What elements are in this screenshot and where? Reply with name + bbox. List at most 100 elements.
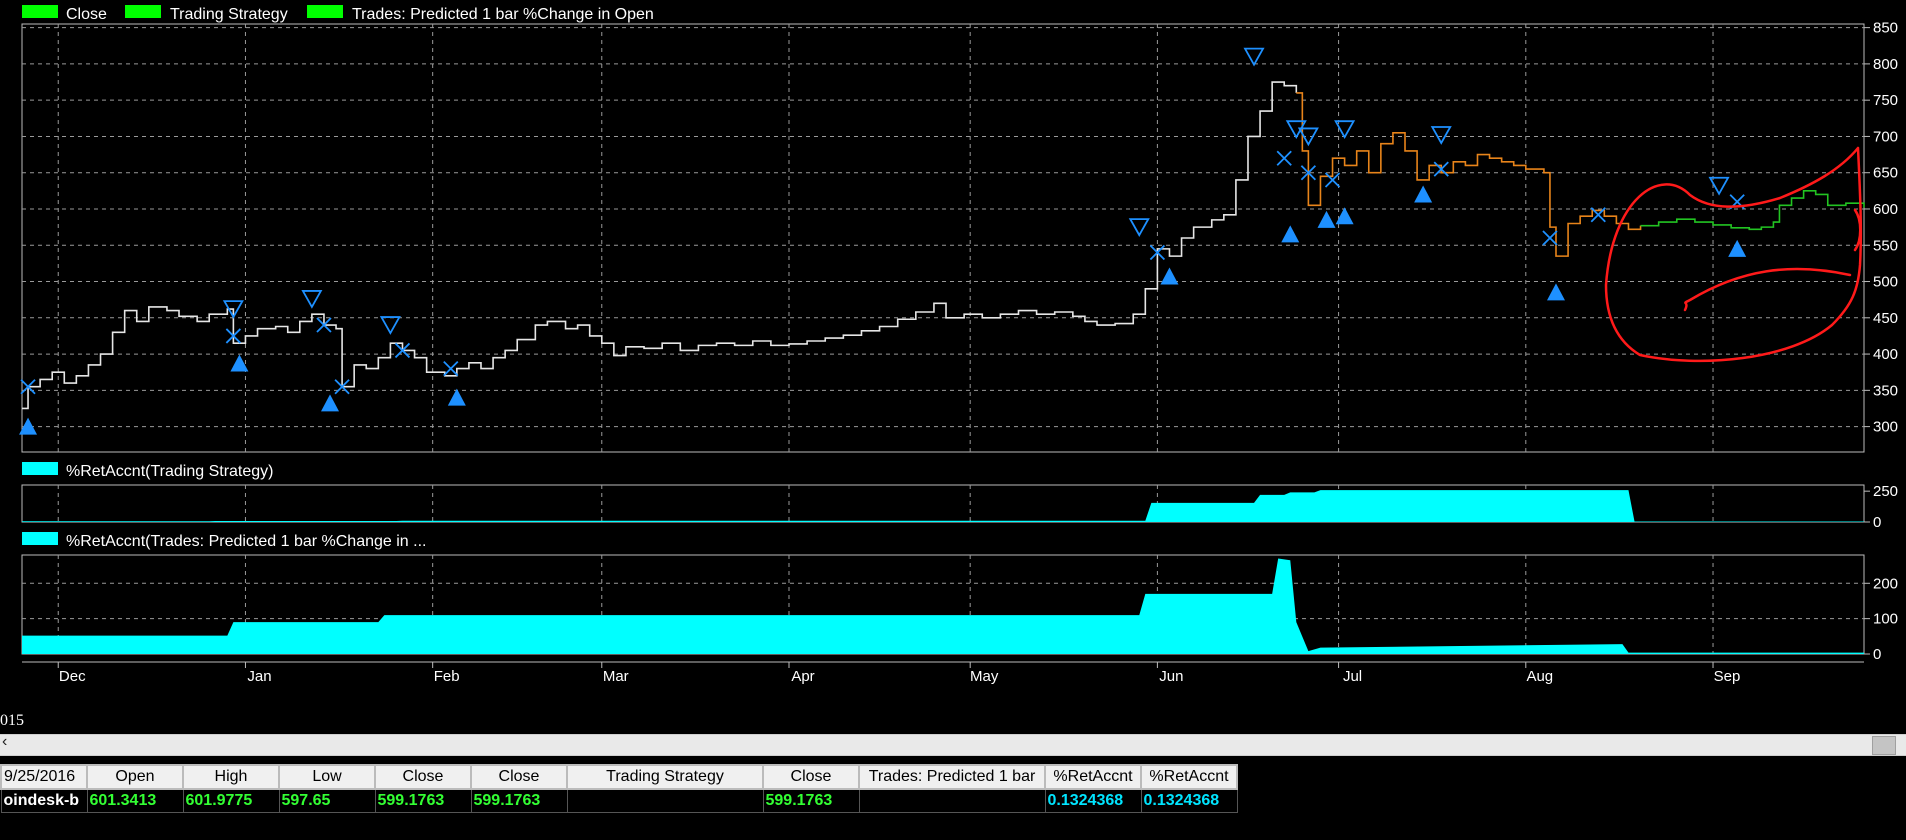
value-open: 601.3413 [86, 788, 184, 813]
legend-swatch-retaccnt-trades [22, 532, 58, 545]
header-low: Low [278, 764, 376, 790]
retaccnt-strategy-legend: %RetAccnt(Trading Strategy) [22, 462, 273, 480]
y-tick-label-650: 650 [1873, 165, 1898, 182]
buy-marker-9 [1546, 283, 1565, 301]
y-tick-label-300: 300 [1873, 419, 1898, 436]
x-tick-label-feb: Feb [434, 668, 460, 685]
data-window-header-row: 9/25/2016 Open High Low Close Close Trad… [0, 764, 1238, 790]
retaccnt-strategy-y-axis: 0 250 [1864, 483, 1898, 531]
p2-y-tick-label-0: 0 [1873, 514, 1881, 531]
legend-swatch-close [22, 5, 58, 18]
buy-marker-8 [1414, 185, 1433, 203]
scroll-left-icon[interactable]: ‹ [2, 733, 7, 751]
value-trades-predicted [858, 788, 1046, 813]
buy-marker-10 [1728, 239, 1747, 257]
value-retaccnt-1: 0.1324368 [1044, 788, 1142, 813]
legend-swatch-trades [307, 5, 343, 18]
retaccnt-trades-fill [22, 558, 1864, 654]
header-high: High [182, 764, 280, 790]
legend-swatch-retaccnt-strategy [22, 462, 58, 475]
buy-marker-3 [447, 388, 466, 406]
buy-marker-5 [1281, 225, 1300, 243]
legend-label-trades: Trades: Predicted 1 bar %Change in Open [352, 6, 654, 23]
p3-y-tick-label-0: 0 [1873, 646, 1881, 663]
header-retaccnt-1: %RetAccnt [1044, 764, 1142, 790]
value-close-1: 599.1763 [374, 788, 472, 813]
price-horizontal-grid [22, 27, 1864, 428]
sell-marker-1 [301, 290, 323, 309]
y-tick-label-800: 800 [1873, 56, 1898, 73]
retaccnt-trades-y-axis: 0 100 200 [1864, 575, 1898, 663]
x-tick-label-may: May [970, 668, 999, 685]
y-tick-label-400: 400 [1873, 346, 1898, 363]
y-tick-label-500: 500 [1873, 274, 1898, 291]
legend-label-retaccnt-trades: %RetAccnt(Trades: Predicted 1 bar %Chang… [66, 533, 426, 550]
exit-marker-7 [1276, 150, 1292, 166]
x-tick-label-jan: Jan [247, 668, 271, 685]
y-tick-label-700: 700 [1873, 128, 1898, 145]
legend-label-trading-strategy: Trading Strategy [170, 6, 288, 23]
header-close-2: Close [470, 764, 568, 790]
value-close-2: 599.1763 [470, 788, 568, 813]
buy-marker-4 [1160, 267, 1179, 285]
x-tick-label-jun: Jun [1159, 668, 1183, 685]
x-tick-label-dec: Dec [59, 668, 86, 685]
price-panel-border [21, 23, 1865, 453]
x-tick-label-aug: Aug [1526, 668, 1553, 685]
p2-y-tick-label-250: 250 [1873, 483, 1898, 500]
y-tick-label-550: 550 [1873, 237, 1898, 254]
retaccnt-strategy-fill [22, 490, 1864, 522]
data-window-table: 9/25/2016 Open High Low Close Close Trad… [0, 764, 1238, 813]
x-tick-label-apr: Apr [791, 668, 814, 685]
retaccnt-trades-horizontal-grid [22, 582, 1864, 620]
sell-marker-3 [1128, 218, 1150, 237]
chart-canvas: Close Trading Strategy Trades: Predicted… [19, 5, 1898, 685]
header-close-1: Close [374, 764, 472, 790]
legend-label-close: Close [66, 6, 107, 23]
scroll-thumb[interactable] [1872, 736, 1896, 755]
x-axis: Dec Jan Feb Mar Apr May Jun Jul Aug Sep [57, 662, 1741, 685]
x-tick-label-sep: Sep [1714, 668, 1741, 685]
retaccnt-trades-area [22, 558, 1864, 654]
y-tick-label-600: 600 [1873, 201, 1898, 218]
price-series-line-2 [1640, 190, 1865, 231]
x-tick-label-jul: Jul [1343, 668, 1362, 685]
header-close-3: Close [762, 764, 860, 790]
exit-marker-11 [1542, 230, 1558, 246]
value-symbol: oindesk-b [0, 788, 88, 813]
price-vertical-grid [57, 24, 1714, 452]
exit-marker-10 [1433, 161, 1449, 177]
retaccnt-trades-legend: %RetAccnt(Trades: Predicted 1 bar %Chang… [22, 532, 426, 550]
legend-label-retaccnt-strategy: %RetAccnt(Trading Strategy) [66, 463, 273, 480]
p3-y-tick-label-100: 100 [1873, 611, 1898, 628]
p3-y-tick-label-200: 200 [1873, 575, 1898, 592]
y-tick-label-450: 450 [1873, 310, 1898, 327]
buy-marker-2 [321, 394, 340, 412]
sell-marker-4 [1243, 47, 1265, 67]
y-tick-label-850: 850 [1873, 20, 1898, 37]
y-tick-label-350: 350 [1873, 382, 1898, 399]
price-y-axis: 300 350 400 450 500 550 600 650 700 750 800 850 [1864, 20, 1898, 436]
value-trading-strategy [566, 788, 764, 813]
buy-marker-6 [1317, 210, 1336, 228]
value-low: 597.65 [278, 788, 376, 813]
x-tick-label-mar: Mar [603, 668, 629, 685]
retaccnt-strategy-area [22, 490, 1864, 522]
horizontal-scrollbar[interactable]: ‹ [0, 733, 1906, 756]
price-legend: Close Trading Strategy Trades: Predicted… [22, 5, 654, 23]
header-retaccnt-2: %RetAccnt [1140, 764, 1238, 790]
header-open: Open [86, 764, 184, 790]
price-series-line-1 [1296, 92, 1642, 257]
value-high: 601.9775 [182, 788, 280, 813]
value-close-3: 599.1763 [762, 788, 860, 813]
header-date: 9/25/2016 [0, 764, 88, 790]
exit-marker-5 [443, 360, 459, 377]
y-tick-label-750: 750 [1873, 92, 1898, 109]
sell-marker-2 [379, 316, 401, 335]
header-trades-predicted: Trades: Predicted 1 bar [858, 764, 1046, 790]
value-retaccnt-2: 0.1324368 [1140, 788, 1238, 813]
trade-markers [19, 47, 1747, 435]
date-range-label: 015 [0, 712, 24, 729]
header-trading-strategy: Trading Strategy [566, 764, 764, 790]
data-window-value-row: oindesk-b 601.3413 601.9775 597.65 599.1… [0, 788, 1238, 813]
